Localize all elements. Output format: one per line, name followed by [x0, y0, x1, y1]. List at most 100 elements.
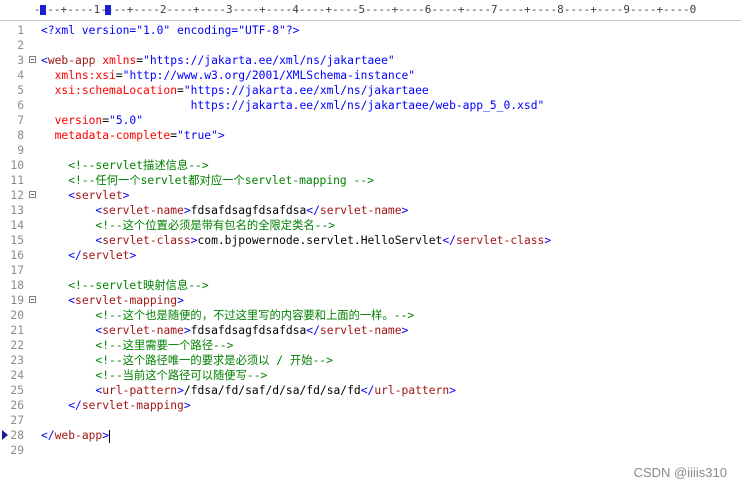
code-line[interactable]: 13 <servlet-name>fdsafdsagfdsafdsa</serv… [0, 203, 741, 218]
token-tag: </ [68, 399, 82, 412]
line-number: 24 [10, 369, 24, 382]
token-val: https://jakarta.ee/xml/ns/jakartaee/web-… [41, 99, 545, 112]
token-name: url-pattern [102, 384, 178, 397]
code-line[interactable]: 15 <servlet-class>com.bjpowernode.servle… [0, 233, 741, 248]
token-text: = [102, 114, 110, 127]
bookmark-arrow-icon[interactable] [2, 430, 8, 440]
code-line[interactable]: 2 [0, 38, 741, 53]
code-line[interactable]: 10 <!--servlet描述信息--> [0, 158, 741, 173]
code-text: <!--servlet映射信息--> [41, 278, 209, 293]
token-cmt: <!--servlet映射信息--> [68, 279, 209, 292]
token-name: servlet-name [319, 324, 402, 337]
line-number: 27 [10, 414, 24, 427]
token-tag: </ [68, 249, 82, 262]
line-number: 7 [17, 114, 24, 127]
code-line[interactable]: 23 <!--这个路径唯一的要求是必须以 / 开始--> [0, 353, 741, 368]
code-line[interactable]: 4 xmlns:xsi="http://www.w3.org/2001/XMLS… [0, 68, 741, 83]
token-val: "5.0" [109, 114, 144, 127]
token-tag: > [183, 204, 191, 217]
code-text: https://jakarta.ee/xml/ns/jakartaee/web-… [41, 98, 545, 113]
token-name: servlet-mapping [81, 399, 184, 412]
code-text: xsi:schemaLocation="https://jakarta.ee/x… [41, 83, 429, 98]
fold-collapse-icon[interactable] [29, 191, 36, 198]
code-line[interactable]: 8 metadata-complete="true"> [0, 128, 741, 143]
code-line[interactable]: 29 [0, 443, 741, 458]
column-ruler: ----+----1----+----2----+----3----+----4… [0, 0, 741, 21]
code-line[interactable]: 21 <servlet-name>fdsafdsagfdsafdsa</serv… [0, 323, 741, 338]
code-text: <servlet-class>com.bjpowernode.servlet.H… [41, 233, 551, 248]
code-line[interactable]: 24 <!--当前这个路径可以随便写--> [0, 368, 741, 383]
line-number: 21 [10, 324, 24, 337]
code-editor[interactable]: 1 <?xml version="1.0" encoding="UTF-8"?> 2… [0, 23, 741, 489]
code-line[interactable]: 25 <url-pattern>/fdsa/fd/saf/d/sa/fd/sa/… [0, 383, 741, 398]
token-tag: > [183, 399, 191, 412]
token-attr: xmlns [102, 54, 137, 67]
token-val: "https://jakarta.ee/xml/ns/jakartaee [183, 84, 429, 97]
token-tag: </ [41, 429, 55, 442]
line-number: 15 [10, 234, 24, 247]
code-text: <!--这个路径唯一的要求是必须以 / 开始--> [41, 353, 332, 368]
line-number: 13 [10, 204, 24, 217]
code-line[interactable]: 17 [0, 263, 741, 278]
code-line[interactable]: 6 https://jakarta.ee/xml/ns/jakartaee/we… [0, 98, 741, 113]
token-name: servlet-class [455, 234, 545, 247]
code-text: <!--这个位置必须是带有包名的全限定类名--> [41, 218, 335, 233]
token-cmt: <!--这里需要一个路径--> [95, 339, 234, 352]
token-tag: > [217, 129, 225, 142]
code-line[interactable]: 20 <!--这个也是随便的，不过这里写的内容要和上面的一样。--> [0, 308, 741, 323]
token-cmt: <!--当前这个路径可以随便写--> [95, 369, 268, 382]
code-text: <web-app xmlns="https://jakarta.ee/xml/n… [41, 53, 395, 68]
code-line[interactable]: 27 [0, 413, 741, 428]
code-line[interactable]: 22 <!--这里需要一个路径--> [0, 338, 741, 353]
token-name: servlet-name [319, 204, 402, 217]
token-text: = [115, 69, 123, 82]
token-name: servlet-mapping [75, 294, 178, 307]
line-number: 4 [17, 69, 24, 82]
code-line[interactable]: 9 [0, 143, 741, 158]
token-text: fdsafdsagfdsafdsa [190, 204, 307, 217]
line-number: 2 [17, 39, 24, 52]
token-tag: < [68, 294, 76, 307]
token-tag: > [177, 384, 184, 397]
fold-collapse-icon[interactable] [29, 296, 36, 303]
code-text: <servlet-name>fdsafdsagfdsafdsa</servlet… [41, 203, 408, 218]
line-number: 23 [10, 354, 24, 367]
token-val: "https://jakarta.ee/xml/ns/jakartaee" [143, 54, 395, 67]
code-text: <?xml version="1.0" encoding="UTF-8"?> [41, 23, 299, 38]
code-line[interactable]: 3 <web-app xmlns="https://jakarta.ee/xml/… [0, 53, 741, 68]
code-text: <!--当前这个路径可以随便写--> [41, 368, 267, 383]
code-line[interactable]: 28 </web-app> [0, 428, 741, 443]
line-number: 3 [17, 54, 24, 67]
code-line[interactable]: 11 <!--任何一个servlet都对应一个servlet-mapping -… [0, 173, 741, 188]
token-cmt: <!--这个位置必须是带有包名的全限定类名--> [95, 219, 336, 232]
fold-collapse-icon[interactable] [29, 56, 36, 63]
token-text: com.bjpowernode.servlet.HelloServlet [197, 234, 443, 247]
code-line[interactable]: 19 <servlet-mapping> [0, 293, 741, 308]
token-tag: < [41, 54, 48, 67]
code-line[interactable]: 18 <!--servlet映射信息--> [0, 278, 741, 293]
code-line[interactable]: 26 </servlet-mapping> [0, 398, 741, 413]
code-line[interactable]: 5 xsi:schemaLocation="https://jakarta.ee… [0, 83, 741, 98]
token-tag: </ [360, 384, 375, 397]
code-line[interactable]: 7 version="5.0" [0, 113, 741, 128]
token-name: servlet [81, 249, 130, 262]
code-text: <servlet> [41, 188, 129, 203]
token-text: = [177, 84, 184, 97]
code-text: version="5.0" [41, 113, 143, 128]
code-line[interactable]: 1 <?xml version="1.0" encoding="UTF-8"?> [0, 23, 741, 38]
token-tag: < [68, 189, 76, 202]
code-line[interactable]: 14 <!--这个位置必须是带有包名的全限定类名--> [0, 218, 741, 233]
line-number: 19 [10, 294, 24, 307]
code-line[interactable]: 16 </servlet> [0, 248, 741, 263]
code-line[interactable]: 12 <servlet> [0, 188, 741, 203]
